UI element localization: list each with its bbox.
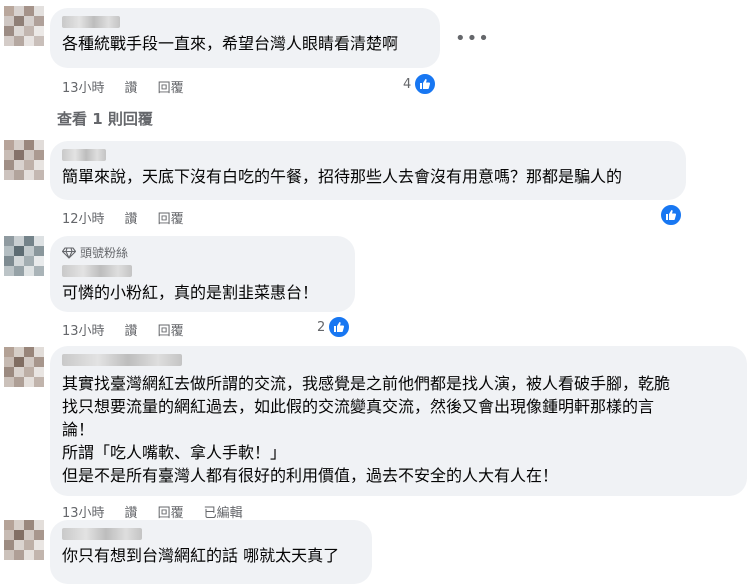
reply-button[interactable]: 回覆 <box>158 208 184 227</box>
comment-time[interactable]: 13小時 <box>62 502 105 521</box>
comment-bubble: 頭號粉絲 可憐的小粉紅，真的是割韭菜惠台！ <box>50 236 355 312</box>
reaction-count-number: 4 <box>403 76 412 92</box>
commenter-name[interactable] <box>62 354 182 366</box>
comment-bubble: 各種統戰手段一直來，希望台灣人眼睛看清楚啊 <box>50 8 440 68</box>
commenter-name[interactable] <box>62 149 106 161</box>
comment-time[interactable]: 12小時 <box>62 208 105 227</box>
avatar[interactable] <box>4 6 44 46</box>
like-button[interactable]: 讚 <box>125 208 138 227</box>
comment-text: 簡單來說，天底下沒有白吃的午餐，招待那些人去會沒有用意嗎？那都是騙人的 <box>62 167 623 186</box>
commenter-name[interactable] <box>62 528 142 540</box>
like-button[interactable]: 讚 <box>125 320 138 339</box>
reaction-count[interactable]: 4 <box>403 72 438 96</box>
commenter-name[interactable] <box>62 16 120 28</box>
avatar[interactable] <box>4 347 44 387</box>
like-button[interactable]: 讚 <box>125 77 138 96</box>
comment-actions: 13小時 讚 回覆 已編輯 <box>62 502 263 521</box>
reply-button[interactable]: 回覆 <box>158 320 184 339</box>
comment-bubble: 你只有想到台灣網紅的話 哪就太天真了 <box>50 520 372 584</box>
view-replies-link[interactable]: 查看 1 則回覆 <box>57 108 153 129</box>
comment-text: 各種統戰手段一直來，希望台灣人眼睛看清楚啊 <box>62 34 399 53</box>
reaction-count-number: 2 <box>317 319 326 335</box>
top-fan-badge: 頭號粉絲 <box>62 244 343 261</box>
commenter-name[interactable] <box>62 265 132 277</box>
comment-actions: 12小時 讚 回覆 <box>62 208 204 227</box>
like-thumb-icon <box>327 315 352 339</box>
comment-bubble: 簡單來說，天底下沒有白吃的午餐，招待那些人去會沒有用意嗎？那都是騙人的 <box>50 141 686 200</box>
like-thumb-icon <box>659 203 683 227</box>
comment-actions: 13小時 讚 回覆 <box>62 320 204 339</box>
comment-time[interactable]: 13小時 <box>62 320 105 339</box>
comment-text: 可憐的小粉紅，真的是割韭菜惠台！ <box>62 283 319 302</box>
comment-text: 你只有想到台灣網紅的話 哪就太天真了 <box>62 546 340 565</box>
reaction-count[interactable]: 2 <box>317 315 352 339</box>
diamond-icon <box>62 246 76 259</box>
comment-text: 其實找臺灣網紅去做所謂的交流，我感覺是之前他們都是找人演，被人看破手腳，乾脆 找… <box>62 374 671 485</box>
badge-label: 頭號粉絲 <box>80 246 129 260</box>
comment-actions: 13小時 讚 回覆 <box>62 77 204 96</box>
reaction-count[interactable] <box>659 203 683 227</box>
avatar[interactable] <box>4 520 44 560</box>
more-options-icon[interactable]: ••• <box>455 28 490 49</box>
comment-time[interactable]: 13小時 <box>62 77 105 96</box>
comment-bubble: 其實找臺灣網紅去做所謂的交流，我感覺是之前他們都是找人演，被人看破手腳，乾脆 找… <box>50 346 747 496</box>
reply-button[interactable]: 回覆 <box>158 77 184 96</box>
edited-label: 已編輯 <box>203 506 243 521</box>
avatar[interactable] <box>4 236 44 276</box>
like-button[interactable]: 讚 <box>125 502 138 521</box>
like-thumb-icon <box>413 72 438 96</box>
reply-button[interactable]: 回覆 <box>158 502 184 521</box>
avatar[interactable] <box>4 140 44 180</box>
